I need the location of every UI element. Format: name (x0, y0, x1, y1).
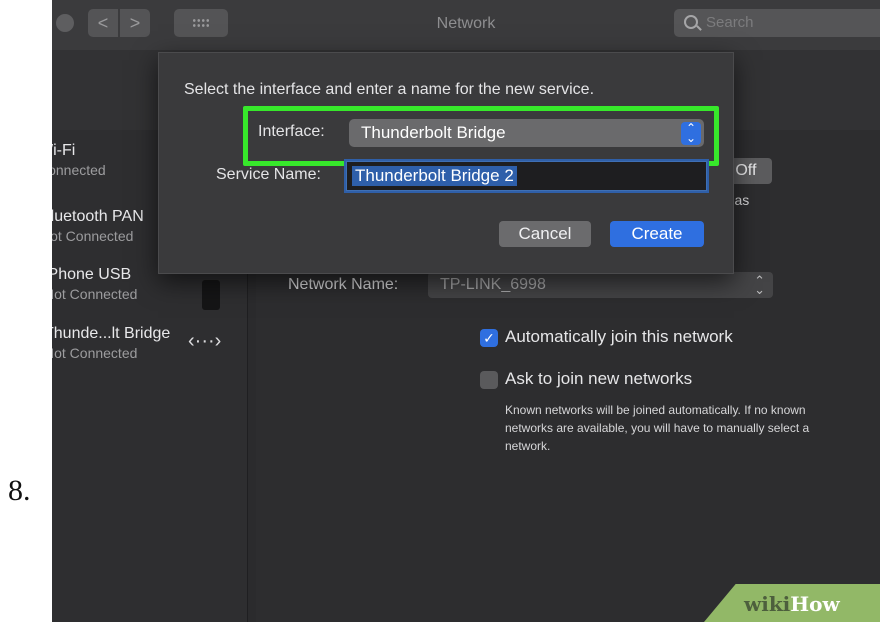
sidebar-item-label: Thunde...lt Bridge (52, 325, 171, 342)
network-name-value: TP-LINK_6998 (440, 276, 546, 293)
logo-part-how: How (790, 592, 840, 616)
sidebar-item-status: Not Connected (52, 345, 138, 361)
network-name-label: Network Name: (288, 276, 399, 293)
step-number: 8. (8, 474, 31, 507)
cancel-button[interactable]: Cancel (499, 221, 591, 247)
auto-join-label: Automatically join this network (505, 327, 733, 346)
sidebar-item-label: Bluetooth PAN (52, 208, 144, 225)
sidebar-item-status: Connected (52, 162, 106, 178)
network-name-popup[interactable]: TP-LINK_6998 ⌃ ⌄ (428, 272, 773, 298)
highlight-box (243, 106, 719, 166)
sidebar-item-status: Not Connected (52, 286, 138, 302)
thunderbolt-bridge-icon: ‹···› (188, 330, 222, 352)
iphone-icon (202, 280, 220, 310)
ask-join-checkbox[interactable] (480, 371, 498, 389)
auto-join-checkbox[interactable]: ✓ (480, 329, 498, 347)
service-name-input[interactable]: Thunderbolt Bridge 2 (346, 161, 707, 191)
sidebar-item-label: iPhone USB (52, 266, 132, 283)
sidebar-item-status: Not Connected (52, 228, 134, 244)
help-text: Known networks will be joined automatica… (505, 403, 810, 453)
create-button[interactable]: Create (610, 221, 704, 247)
service-name-value: Thunderbolt Bridge 2 (352, 166, 517, 186)
chevron-updown-icon: ⌃ ⌄ (754, 273, 765, 297)
logo-part-wiki: wiki (744, 592, 791, 616)
sheet-prompt: Select the interface and enter a name fo… (184, 81, 595, 98)
wikihow-logo: wikiHow (744, 592, 840, 616)
service-name-label: Service Name: (216, 166, 321, 183)
ask-join-label: Ask to join new networks (505, 369, 693, 388)
sidebar-item-label: Wi-Fi (52, 142, 76, 159)
